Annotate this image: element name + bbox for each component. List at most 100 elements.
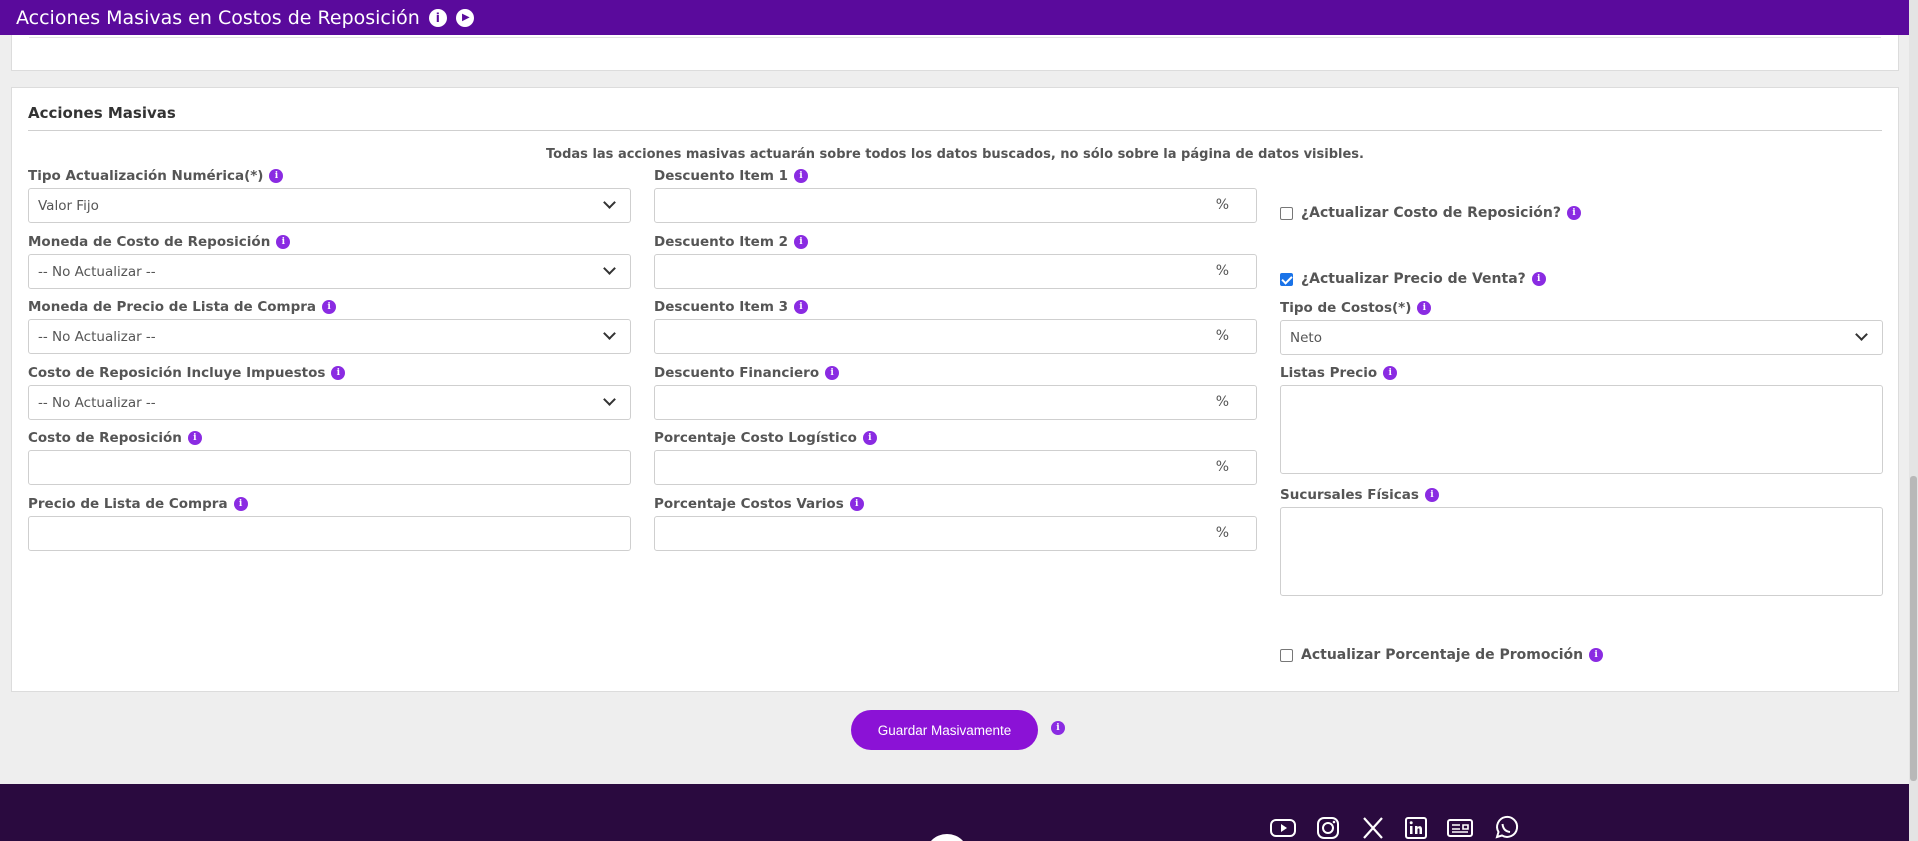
field-label: Descuento Item 3 [654, 299, 788, 315]
panel-title: Acciones Masivas [28, 104, 176, 122]
info-icon[interactable]: i [428, 8, 447, 27]
descuento-financiero-input[interactable]: % [654, 385, 1257, 420]
info-icon[interactable]: i [233, 497, 248, 511]
page-title: Acciones Masivas en Costos de Reposición [16, 6, 420, 29]
divider [29, 37, 1881, 38]
checkbox-label: Actualizar Porcentaje de Promoción [1301, 647, 1584, 663]
select-value: -- No Actualizar -- [38, 394, 156, 411]
play-icon[interactable]: ▶ [455, 8, 474, 27]
actualizar-costo-checkbox[interactable] [1280, 206, 1293, 220]
info-icon[interactable]: i [794, 169, 808, 183]
field-label: Descuento Item 1 [654, 168, 788, 184]
field-label: Tipo Actualización Numérica(*) [28, 168, 264, 184]
tipo-costos-select[interactable]: Neto [1280, 320, 1883, 355]
select-value: -- No Actualizar -- [38, 328, 156, 345]
actualizar-precio-checkbox[interactable] [1280, 272, 1293, 286]
info-icon[interactable]: i [1589, 648, 1604, 662]
porcentaje-varios-input[interactable]: % [654, 516, 1257, 551]
actualizar-promocion-checkbox[interactable] [1280, 648, 1293, 662]
search-panel-bottom [11, 35, 1899, 71]
x-icon[interactable] [1358, 816, 1388, 840]
scrollbar-thumb[interactable] [1910, 476, 1917, 781]
descuento-1-input[interactable]: % [654, 188, 1257, 223]
tipo-actualizacion-select[interactable]: Valor Fijo [28, 188, 631, 223]
info-icon[interactable]: i [1424, 488, 1439, 502]
sucursales-multiselect[interactable] [1280, 507, 1883, 596]
info-icon[interactable]: i [849, 497, 864, 511]
checkbox-label: ¿Actualizar Costo de Reposición? [1301, 205, 1561, 221]
actualizar-precio-checkbox-row[interactable]: ¿Actualizar Precio de Venta? i [1280, 271, 1546, 287]
sucursales-field: Sucursales Físicas i [1280, 486, 1883, 596]
field-label: Porcentaje Costos Varios [654, 496, 844, 512]
porcentaje-varios-field: Porcentaje Costos Varios i % [654, 495, 1257, 551]
field-label: Moneda de Costo de Reposición [28, 234, 271, 250]
costo-reposicion-field: Costo de Reposición i [28, 429, 631, 485]
tipo-costos-field: Tipo de Costos(*) i Neto [1280, 299, 1883, 355]
info-icon[interactable]: i [862, 431, 877, 445]
moneda-costo-field: Moneda de Costo de Reposición i -- No Act… [28, 233, 631, 289]
percent-suffix: % [1215, 394, 1229, 410]
descuento-2-input[interactable]: % [654, 254, 1257, 289]
field-label: Listas Precio [1280, 365, 1378, 381]
info-icon[interactable]: i [794, 235, 808, 249]
field-label: Costo de Reposición [28, 430, 182, 446]
costo-incluye-impuestos-field: Costo de Reposición Incluye Impuestos i -… [28, 364, 631, 420]
actualizar-costo-checkbox-row[interactable]: ¿Actualizar Costo de Reposición? i [1280, 205, 1581, 221]
info-icon[interactable]: i [1051, 721, 1065, 735]
whatsapp-icon[interactable] [1491, 815, 1521, 840]
moneda-costo-select[interactable]: -- No Actualizar -- [28, 254, 631, 289]
field-label: Moneda de Precio de Lista de Compra [28, 299, 317, 315]
info-icon[interactable]: i [322, 300, 337, 314]
linkedin-icon[interactable] [1401, 816, 1431, 840]
actualizar-promocion-checkbox-row[interactable]: Actualizar Porcentaje de Promoción i [1280, 647, 1604, 663]
notice-text: Todas las acciones masivas actuarán sobr… [546, 147, 1364, 162]
descuento-3-input[interactable]: % [654, 319, 1257, 354]
costo-reposicion-input[interactable] [28, 450, 631, 485]
moneda-precio-lista-field: Moneda de Precio de Lista de Compra i -- … [28, 298, 631, 354]
descuento-1-field: Descuento Item 1 i % [654, 167, 1257, 223]
field-label: Descuento Financiero [654, 365, 820, 381]
chevron-down-icon [603, 196, 616, 209]
percent-suffix: % [1215, 197, 1229, 213]
select-value: Valor Fijo [38, 197, 99, 214]
news-icon[interactable] [1445, 816, 1475, 840]
checkbox-label: ¿Actualizar Precio de Venta? [1301, 271, 1526, 287]
info-icon[interactable]: i [1383, 366, 1398, 380]
field-label: Sucursales Físicas [1280, 487, 1419, 503]
info-icon[interactable]: i [1566, 206, 1581, 220]
instagram-icon[interactable] [1313, 816, 1343, 840]
percent-suffix: % [1215, 459, 1229, 475]
precio-lista-compra-field: Precio de Lista de Compra i [28, 495, 631, 551]
porcentaje-logistico-input[interactable]: % [654, 450, 1257, 485]
select-value: Neto [1290, 329, 1322, 346]
info-icon[interactable]: i [825, 366, 840, 380]
field-label: Descuento Item 2 [654, 234, 788, 250]
field-label: Costo de Reposición Incluye Impuestos [28, 365, 326, 381]
precio-lista-compra-input[interactable] [28, 516, 631, 551]
descuento-financiero-field: Descuento Financiero i % [654, 364, 1257, 420]
percent-suffix: % [1215, 328, 1229, 344]
info-icon[interactable]: i [331, 366, 346, 380]
youtube-icon[interactable] [1268, 816, 1298, 840]
moneda-precio-lista-select[interactable]: -- No Actualizar -- [28, 319, 631, 354]
info-icon[interactable]: i [1531, 272, 1546, 286]
info-icon[interactable]: i [269, 169, 284, 183]
info-icon[interactable]: i [187, 431, 202, 445]
info-icon[interactable]: i [1417, 301, 1432, 315]
info-icon[interactable]: i [794, 300, 808, 314]
mass-actions-panel: Acciones Masivas Todas las acciones masi… [11, 87, 1899, 692]
select-value: -- No Actualizar -- [38, 263, 156, 280]
chevron-down-icon [603, 327, 616, 340]
divider [28, 130, 1882, 131]
costo-incluye-impuestos-select[interactable]: -- No Actualizar -- [28, 385, 631, 420]
chevron-down-icon [603, 393, 616, 406]
percent-suffix: % [1215, 525, 1229, 541]
info-icon[interactable]: i [276, 235, 291, 249]
listas-precio-field: Listas Precio i [1280, 364, 1883, 474]
save-mass-button[interactable]: Guardar Masivamente [851, 710, 1038, 750]
porcentaje-logistico-field: Porcentaje Costo Logístico i % [654, 429, 1257, 485]
listas-precio-multiselect[interactable] [1280, 385, 1883, 474]
scrollbar[interactable] [1909, 0, 1918, 841]
chevron-down-icon [1855, 328, 1868, 341]
footer-logo[interactable] [925, 834, 969, 841]
